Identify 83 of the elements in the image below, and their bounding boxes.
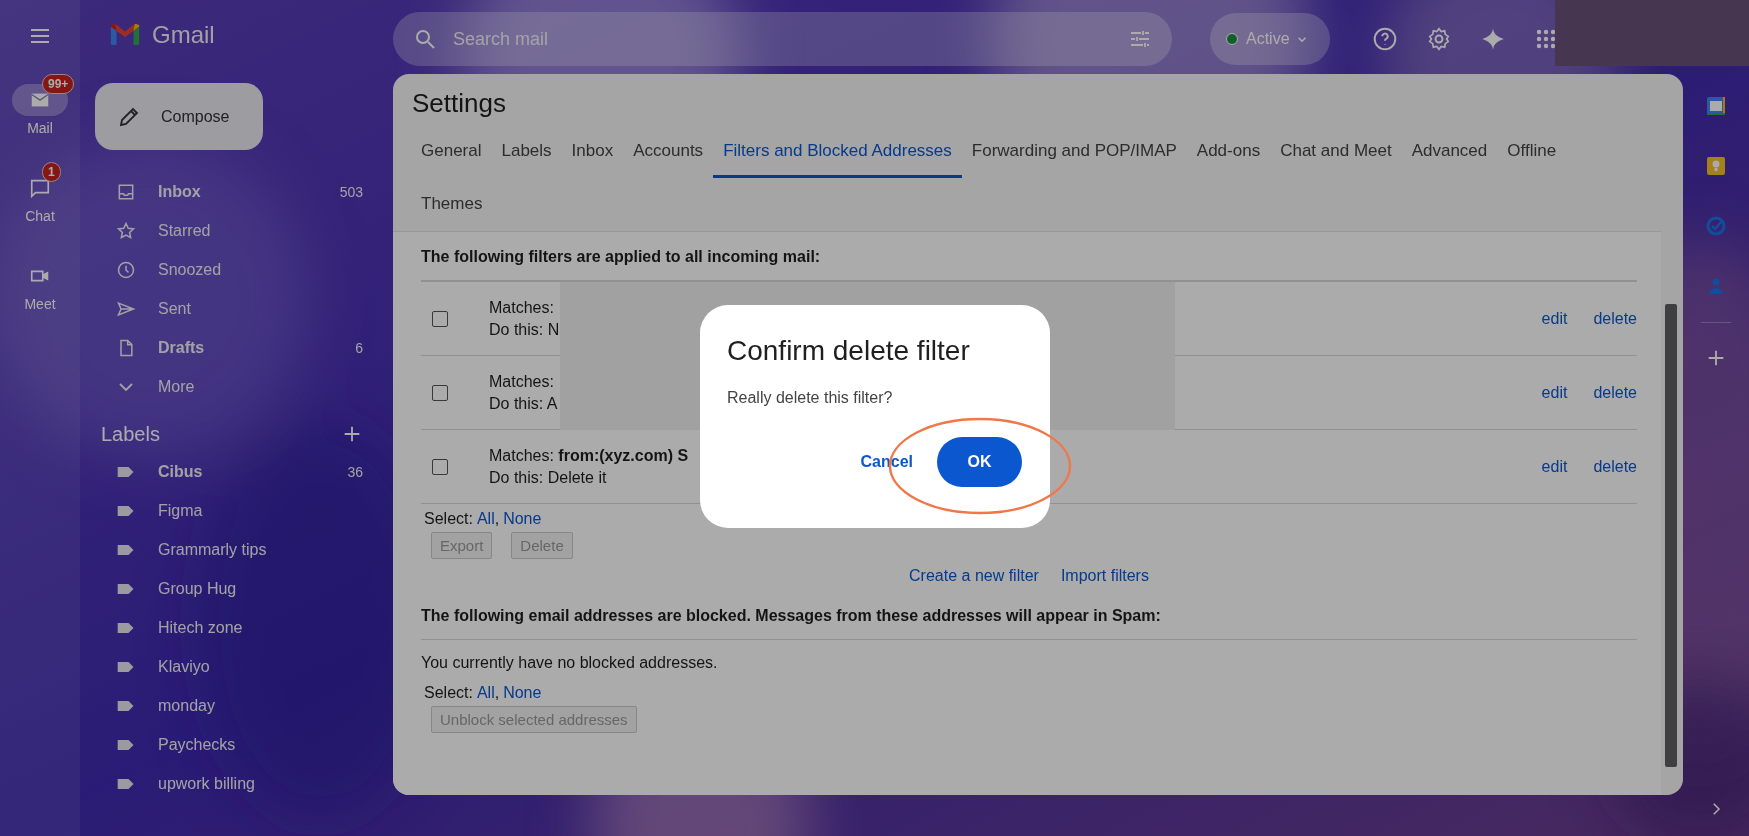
select-label: Select: <box>424 510 473 528</box>
scrollbar[interactable] <box>1665 304 1677 767</box>
settings-tab[interactable]: Advanced <box>1401 125 1498 178</box>
rail-item[interactable]: Meet <box>4 248 76 312</box>
settings-tab[interactable]: General <box>411 125 492 178</box>
delete-link[interactable]: delete <box>1593 309 1637 328</box>
select-none-link[interactable]: None <box>503 510 542 528</box>
checkbox[interactable] <box>432 458 448 475</box>
star-icon <box>116 220 136 241</box>
check-circle-icon <box>1704 214 1728 238</box>
separator: , <box>494 684 500 702</box>
separator: , <box>494 510 500 528</box>
rail-item[interactable]: 99+ Mail <box>4 72 76 136</box>
settings-tab[interactable]: Inbox <box>561 125 624 178</box>
label-item[interactable]: Paychecks <box>80 725 393 764</box>
edit-link[interactable]: edit <box>1541 309 1568 328</box>
keep-icon[interactable] <box>1704 154 1728 178</box>
lightbulb-icon <box>1704 154 1728 178</box>
label-item[interactable]: Cibus 36 <box>80 452 393 491</box>
delete-link[interactable]: delete <box>1593 457 1637 476</box>
settings-tab[interactable]: Labels <box>491 125 562 178</box>
filter-criteria: Matches: from:(xyz.com) S <box>489 446 689 465</box>
settings-tab[interactable]: Filters and Blocked Addresses <box>713 125 962 178</box>
checkbox[interactable] <box>432 384 448 401</box>
section-heading: The following filters are applied to all incoming mail: <box>421 247 822 267</box>
edit-link[interactable]: edit <box>1541 457 1568 476</box>
folder-item[interactable]: Inbox 503 <box>80 172 393 211</box>
settings-tab[interactable]: Add-ons <box>1186 125 1271 178</box>
chevron-down-icon <box>119 382 133 391</box>
search-field[interactable]: Search mail <box>451 27 1114 51</box>
apps-icon[interactable] <box>1534 27 1558 51</box>
calendar-icon[interactable] <box>1704 94 1728 118</box>
filter-action: Do this: A <box>489 394 558 413</box>
section-heading: The following email addresses are blocked. Messages from these addresses will appear in Spam: <box>421 591 1637 640</box>
ok-button[interactable]: OK <box>937 437 1022 487</box>
folder-item[interactable]: Drafts 6 <box>80 328 393 367</box>
settings-icon[interactable] <box>1426 26 1452 52</box>
search-icon <box>413 27 437 51</box>
settings-tab[interactable]: Offline <box>1497 125 1567 178</box>
caret-icon <box>1297 36 1306 42</box>
help-icon[interactable] <box>1372 26 1398 52</box>
label-item[interactable]: Group Hug <box>80 569 393 608</box>
filter-action: Do this: Delete it <box>489 468 607 487</box>
clock-icon <box>116 259 136 280</box>
label-item[interactable]: Klaviyo <box>80 647 393 686</box>
app-name: Gmail <box>152 21 215 49</box>
labels-heading: Labels <box>101 422 160 446</box>
label-item[interactable]: Hitech zone <box>80 608 393 647</box>
rail-item[interactable]: 1 Chat <box>4 160 76 224</box>
label-item[interactable]: monday <box>80 686 393 725</box>
settings-tab[interactable]: Forwarding and POP/IMAP <box>961 125 1187 178</box>
filter-link[interactable]: Import filters <box>1060 567 1149 585</box>
settings-tab[interactable]: Accounts <box>623 125 714 178</box>
filter-criteria: Matches: <box>489 372 554 391</box>
settings-tab[interactable]: Themes <box>411 178 493 231</box>
gear-icon <box>1426 26 1452 52</box>
edit-link[interactable]: edit <box>1541 383 1568 402</box>
folder-item[interactable]: Snoozed <box>80 250 393 289</box>
empty-message: You currently have no blocked addresses. <box>421 653 719 673</box>
settings-tab[interactable]: Chat and Meet <box>1270 125 1402 178</box>
folder-item[interactable]: More <box>80 367 393 406</box>
folder-item[interactable]: Sent <box>80 289 393 328</box>
page-title: Settings <box>411 87 507 120</box>
filter-link[interactable]: Create a new filter <box>909 567 1039 585</box>
select-all-link[interactable]: All <box>476 510 495 528</box>
compose-button[interactable]: Compose <box>95 83 263 150</box>
label-item[interactable]: Grammarly tips <box>80 530 393 569</box>
help-glyph-icon <box>1372 26 1398 52</box>
folder-item[interactable]: Starred <box>80 211 393 250</box>
label-item[interactable]: Figma <box>80 491 393 530</box>
calendar-glyph-icon <box>1704 94 1728 118</box>
select-all-link[interactable]: All <box>476 684 495 702</box>
filter-criteria: Matches: <box>489 298 554 317</box>
label-item[interactable]: upwork billing <box>80 764 393 803</box>
chat-icon <box>29 177 51 199</box>
grid-icon <box>1534 27 1558 51</box>
filter-action: Do this: N <box>489 320 560 339</box>
select-label: Select: <box>424 684 473 702</box>
dialog-message: Really delete this filter? <box>727 389 894 407</box>
checkbox[interactable] <box>432 310 448 327</box>
delete-link[interactable]: delete <box>1593 383 1637 402</box>
dialog-title: Confirm delete filter <box>727 335 971 367</box>
select-none-link[interactable]: None <box>503 684 542 702</box>
